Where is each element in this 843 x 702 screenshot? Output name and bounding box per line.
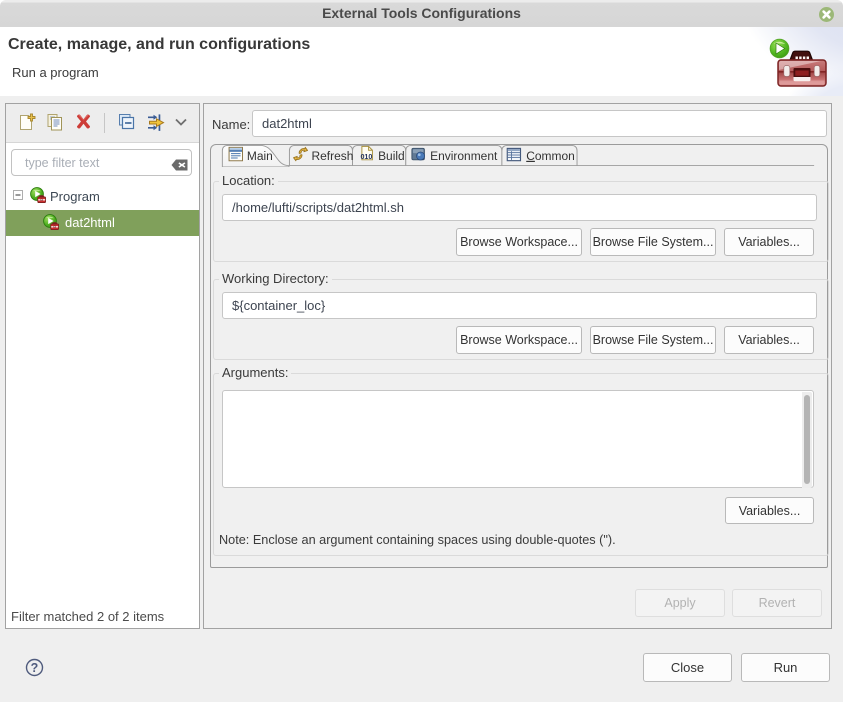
svg-text:?: ? <box>31 661 39 675</box>
